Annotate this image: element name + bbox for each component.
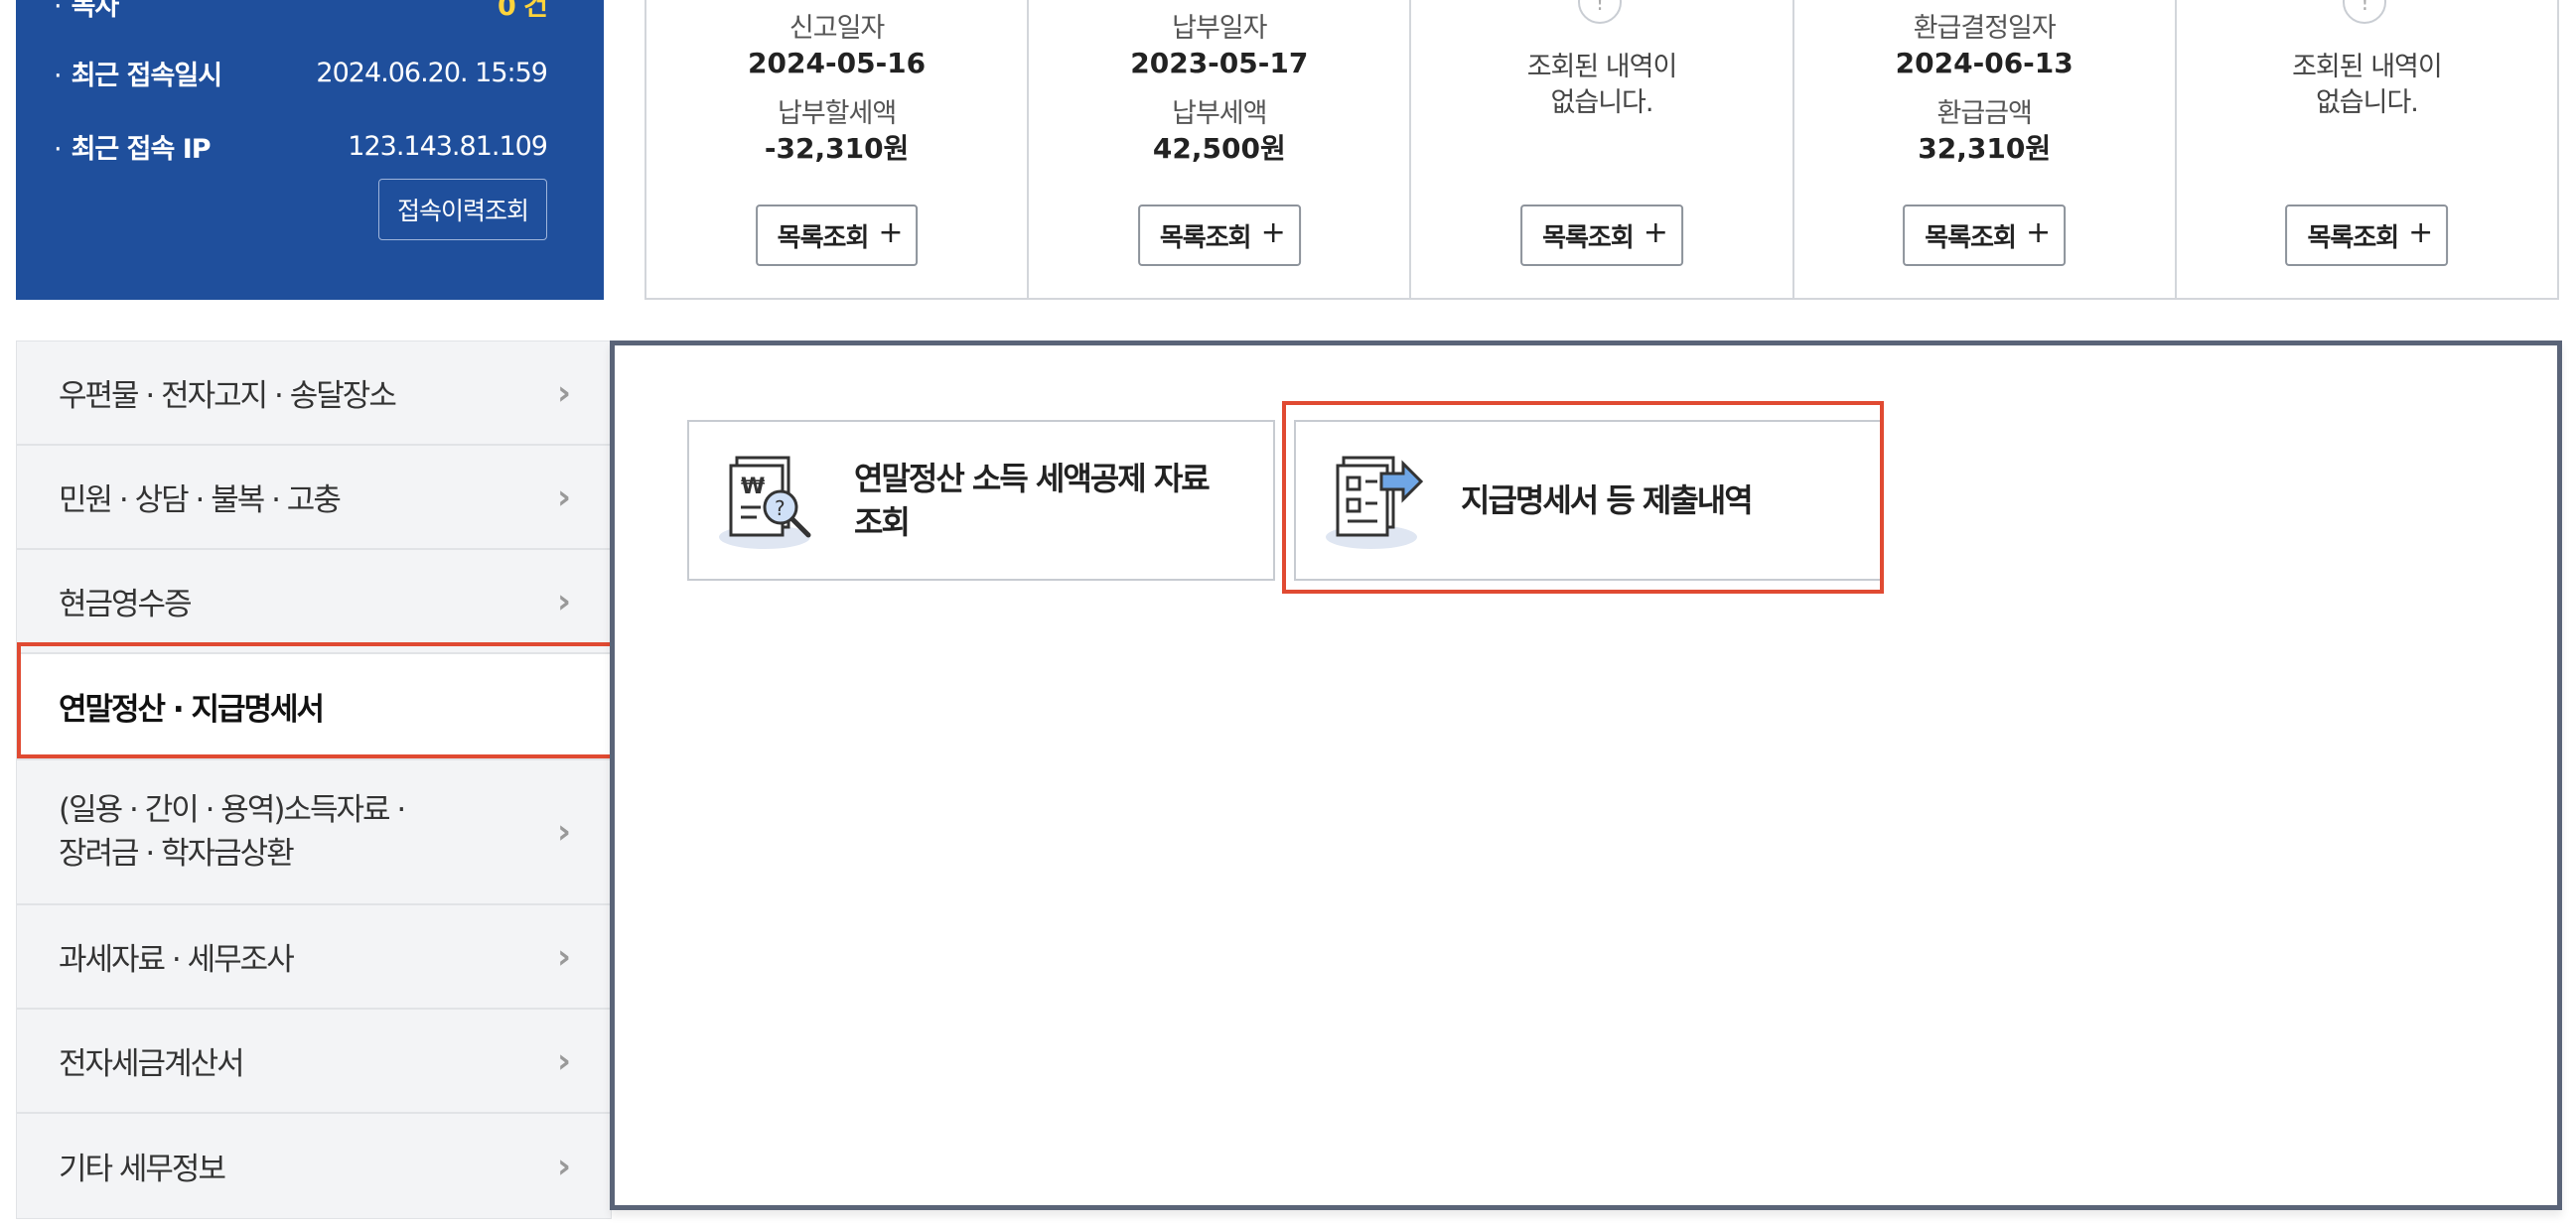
user-row-count: 독자 0 건 bbox=[54, 0, 548, 23]
summary-card-empty: ! 조회된 내역이 없습니다. 목록조회 + bbox=[2177, 0, 2557, 298]
side-menu: 우편물 · 전자고지 · 송달장소 › 민원 · 상담 · 불복 · 고충 › … bbox=[16, 341, 612, 1219]
tile-year-end-deduction[interactable]: ₩ ? 연말정산 소득 세액공제 자료 조회 bbox=[687, 420, 1275, 581]
menu-item-label: 현금영수증 bbox=[59, 587, 193, 622]
card-key: 납부세액 bbox=[1172, 98, 1267, 129]
card-value: 2024-06-13 bbox=[1895, 47, 2074, 79]
menu-item-label: 연말정산 · 지급명세서 bbox=[59, 692, 325, 728]
card-value: 2024-05-16 bbox=[748, 47, 927, 79]
list-view-label: 목록조회 bbox=[777, 222, 870, 253]
menu-item-tax-audit[interactable]: 과세자료 · 세무조사 › bbox=[17, 905, 611, 1010]
chevron-right-icon: › bbox=[556, 936, 571, 977]
user-row-label: 최근 접속일시 bbox=[54, 54, 222, 92]
chevron-right-icon: › bbox=[556, 1146, 571, 1186]
menu-item-civil[interactable]: 민원 · 상담 · 불복 · 고충 › bbox=[17, 446, 611, 550]
list-view-button[interactable]: 목록조회 + bbox=[2285, 204, 2449, 266]
list-view-label: 목록조회 bbox=[2307, 222, 2399, 253]
menu-item-postal[interactable]: 우편물 · 전자고지 · 송달장소 › bbox=[17, 341, 611, 446]
svg-text:?: ? bbox=[775, 496, 786, 520]
card-key: 납부할세액 bbox=[778, 98, 897, 129]
card-key: 신고일자 bbox=[788, 13, 885, 44]
summary-card-payment: 납부일자 2023-05-17 납부세액 42,500원 목록조회 + bbox=[1029, 0, 1412, 298]
list-view-label: 목록조회 bbox=[1159, 222, 1252, 253]
menu-item-label-line2: 장려금 · 학자금상환 bbox=[59, 836, 295, 872]
summary-card-refund: 환급결정일자 2024-06-13 환급금액 32,310원 목록조회 + bbox=[1794, 0, 2177, 298]
tile-payment-statement-submission[interactable]: 지급명세서 등 제출내역 bbox=[1294, 420, 1882, 581]
menu-item-label: 우편물 · 전자고지 · 송달장소 bbox=[59, 378, 397, 414]
user-row-value: 123.143.81.109 bbox=[348, 131, 548, 162]
list-view-button[interactable]: 목록조회 + bbox=[1520, 204, 1683, 266]
plus-icon: + bbox=[878, 214, 903, 250]
tile-title: 지급명세서 등 제출내역 bbox=[1461, 481, 1754, 519]
plus-icon: + bbox=[2408, 214, 2433, 250]
menu-item-label: (일용 · 간이 · 용역)소득자료 · 장려금 · 학자금상환 bbox=[59, 788, 406, 876]
exclamation-icon: ! bbox=[1578, 0, 1622, 24]
card-value: -32,310원 bbox=[764, 132, 910, 165]
list-view-button[interactable]: 목록조회 + bbox=[1137, 204, 1301, 266]
content-panel: ₩ ? 연말정산 소득 세액공제 자료 조회 지급명세서 등 제출내역 bbox=[610, 341, 2562, 1210]
menu-item-label: 기타 세무정보 bbox=[59, 1152, 226, 1187]
menu-item-label: 전자세금계산서 bbox=[59, 1046, 245, 1082]
empty-message: 조회된 내역이 없습니다. bbox=[2292, 52, 2443, 118]
user-row-last-login: 최근 접속일시 2024.06.20. 15:59 bbox=[54, 54, 548, 92]
tile-title-line2: 조회 bbox=[854, 503, 911, 541]
menu-item-etc[interactable]: 기타 세무정보 › bbox=[17, 1114, 611, 1218]
document-search-won-icon: ₩ ? bbox=[717, 446, 826, 555]
menu-item-year-end[interactable]: 연말정산 · 지급명세서 bbox=[17, 654, 611, 760]
card-key: 환급금액 bbox=[1936, 98, 2033, 129]
plus-icon: + bbox=[1643, 214, 1668, 250]
plus-icon: + bbox=[2025, 214, 2051, 250]
summary-card-empty: ! 조회된 내역이 없습니다. 목록조회 + bbox=[1411, 0, 1794, 298]
list-view-button[interactable]: 목록조회 + bbox=[755, 204, 919, 266]
access-history-button[interactable]: 접속이력조회 bbox=[377, 179, 547, 240]
list-view-label: 목록조회 bbox=[1925, 222, 2017, 253]
menu-item-label: 과세자료 · 세무조사 bbox=[59, 942, 295, 978]
card-value: 42,500원 bbox=[1152, 132, 1286, 165]
card-value: 32,310원 bbox=[1918, 132, 2052, 165]
summary-cards: 신고일자 2024-05-16 납부할세액 -32,310원 목록조회 + 납부일… bbox=[644, 0, 2559, 300]
chevron-right-icon: › bbox=[556, 477, 571, 517]
user-row-last-ip: 최근 접속 IP 123.143.81.109 bbox=[54, 127, 548, 166]
empty-message: 조회된 내역이 없습니다. bbox=[1526, 52, 1678, 118]
user-row-value: 0 건 bbox=[497, 0, 548, 22]
menu-item-income-data[interactable]: (일용 · 간이 · 용역)소득자료 · 장려금 · 학자금상환 › bbox=[17, 760, 611, 905]
user-info-panel: 독자 0 건 최근 접속일시 2024.06.20. 15:59 최근 접속 I… bbox=[16, 0, 604, 300]
tile-title: 연말정산 소득 세액공제 자료 조회 bbox=[854, 457, 1211, 544]
user-row-value: 2024.06.20. 15:59 bbox=[316, 58, 548, 88]
card-key: 환급결정일자 bbox=[1913, 13, 2057, 44]
chevron-right-icon: › bbox=[556, 581, 571, 621]
user-row-label: 최근 접속 IP bbox=[54, 127, 212, 166]
chevron-right-icon: › bbox=[556, 372, 571, 413]
list-view-button[interactable]: 목록조회 + bbox=[1903, 204, 2067, 266]
card-key: 납부일자 bbox=[1172, 13, 1267, 44]
plus-icon: + bbox=[1260, 214, 1286, 250]
document-submit-arrow-icon bbox=[1324, 446, 1433, 555]
tile-title-line1: 연말정산 소득 세액공제 자료 bbox=[854, 460, 1211, 497]
svg-text:₩: ₩ bbox=[741, 475, 765, 499]
menu-item-label: 민원 · 상담 · 불복 · 고충 bbox=[59, 482, 342, 518]
user-row-label: 독자 bbox=[54, 0, 120, 23]
menu-item-cash-receipt[interactable]: 현금영수증 › bbox=[17, 550, 611, 654]
chevron-right-icon: › bbox=[556, 1040, 571, 1081]
summary-card-report: 신고일자 2024-05-16 납부할세액 -32,310원 목록조회 + bbox=[646, 0, 1030, 298]
list-view-label: 목록조회 bbox=[1542, 222, 1635, 253]
chevron-right-icon: › bbox=[556, 812, 571, 852]
menu-item-e-invoice[interactable]: 전자세금계산서 › bbox=[17, 1010, 611, 1114]
exclamation-icon: ! bbox=[2343, 0, 2387, 24]
card-value: 2023-05-17 bbox=[1130, 47, 1309, 79]
menu-item-label-line1: (일용 · 간이 · 용역)소득자료 · bbox=[59, 792, 406, 828]
